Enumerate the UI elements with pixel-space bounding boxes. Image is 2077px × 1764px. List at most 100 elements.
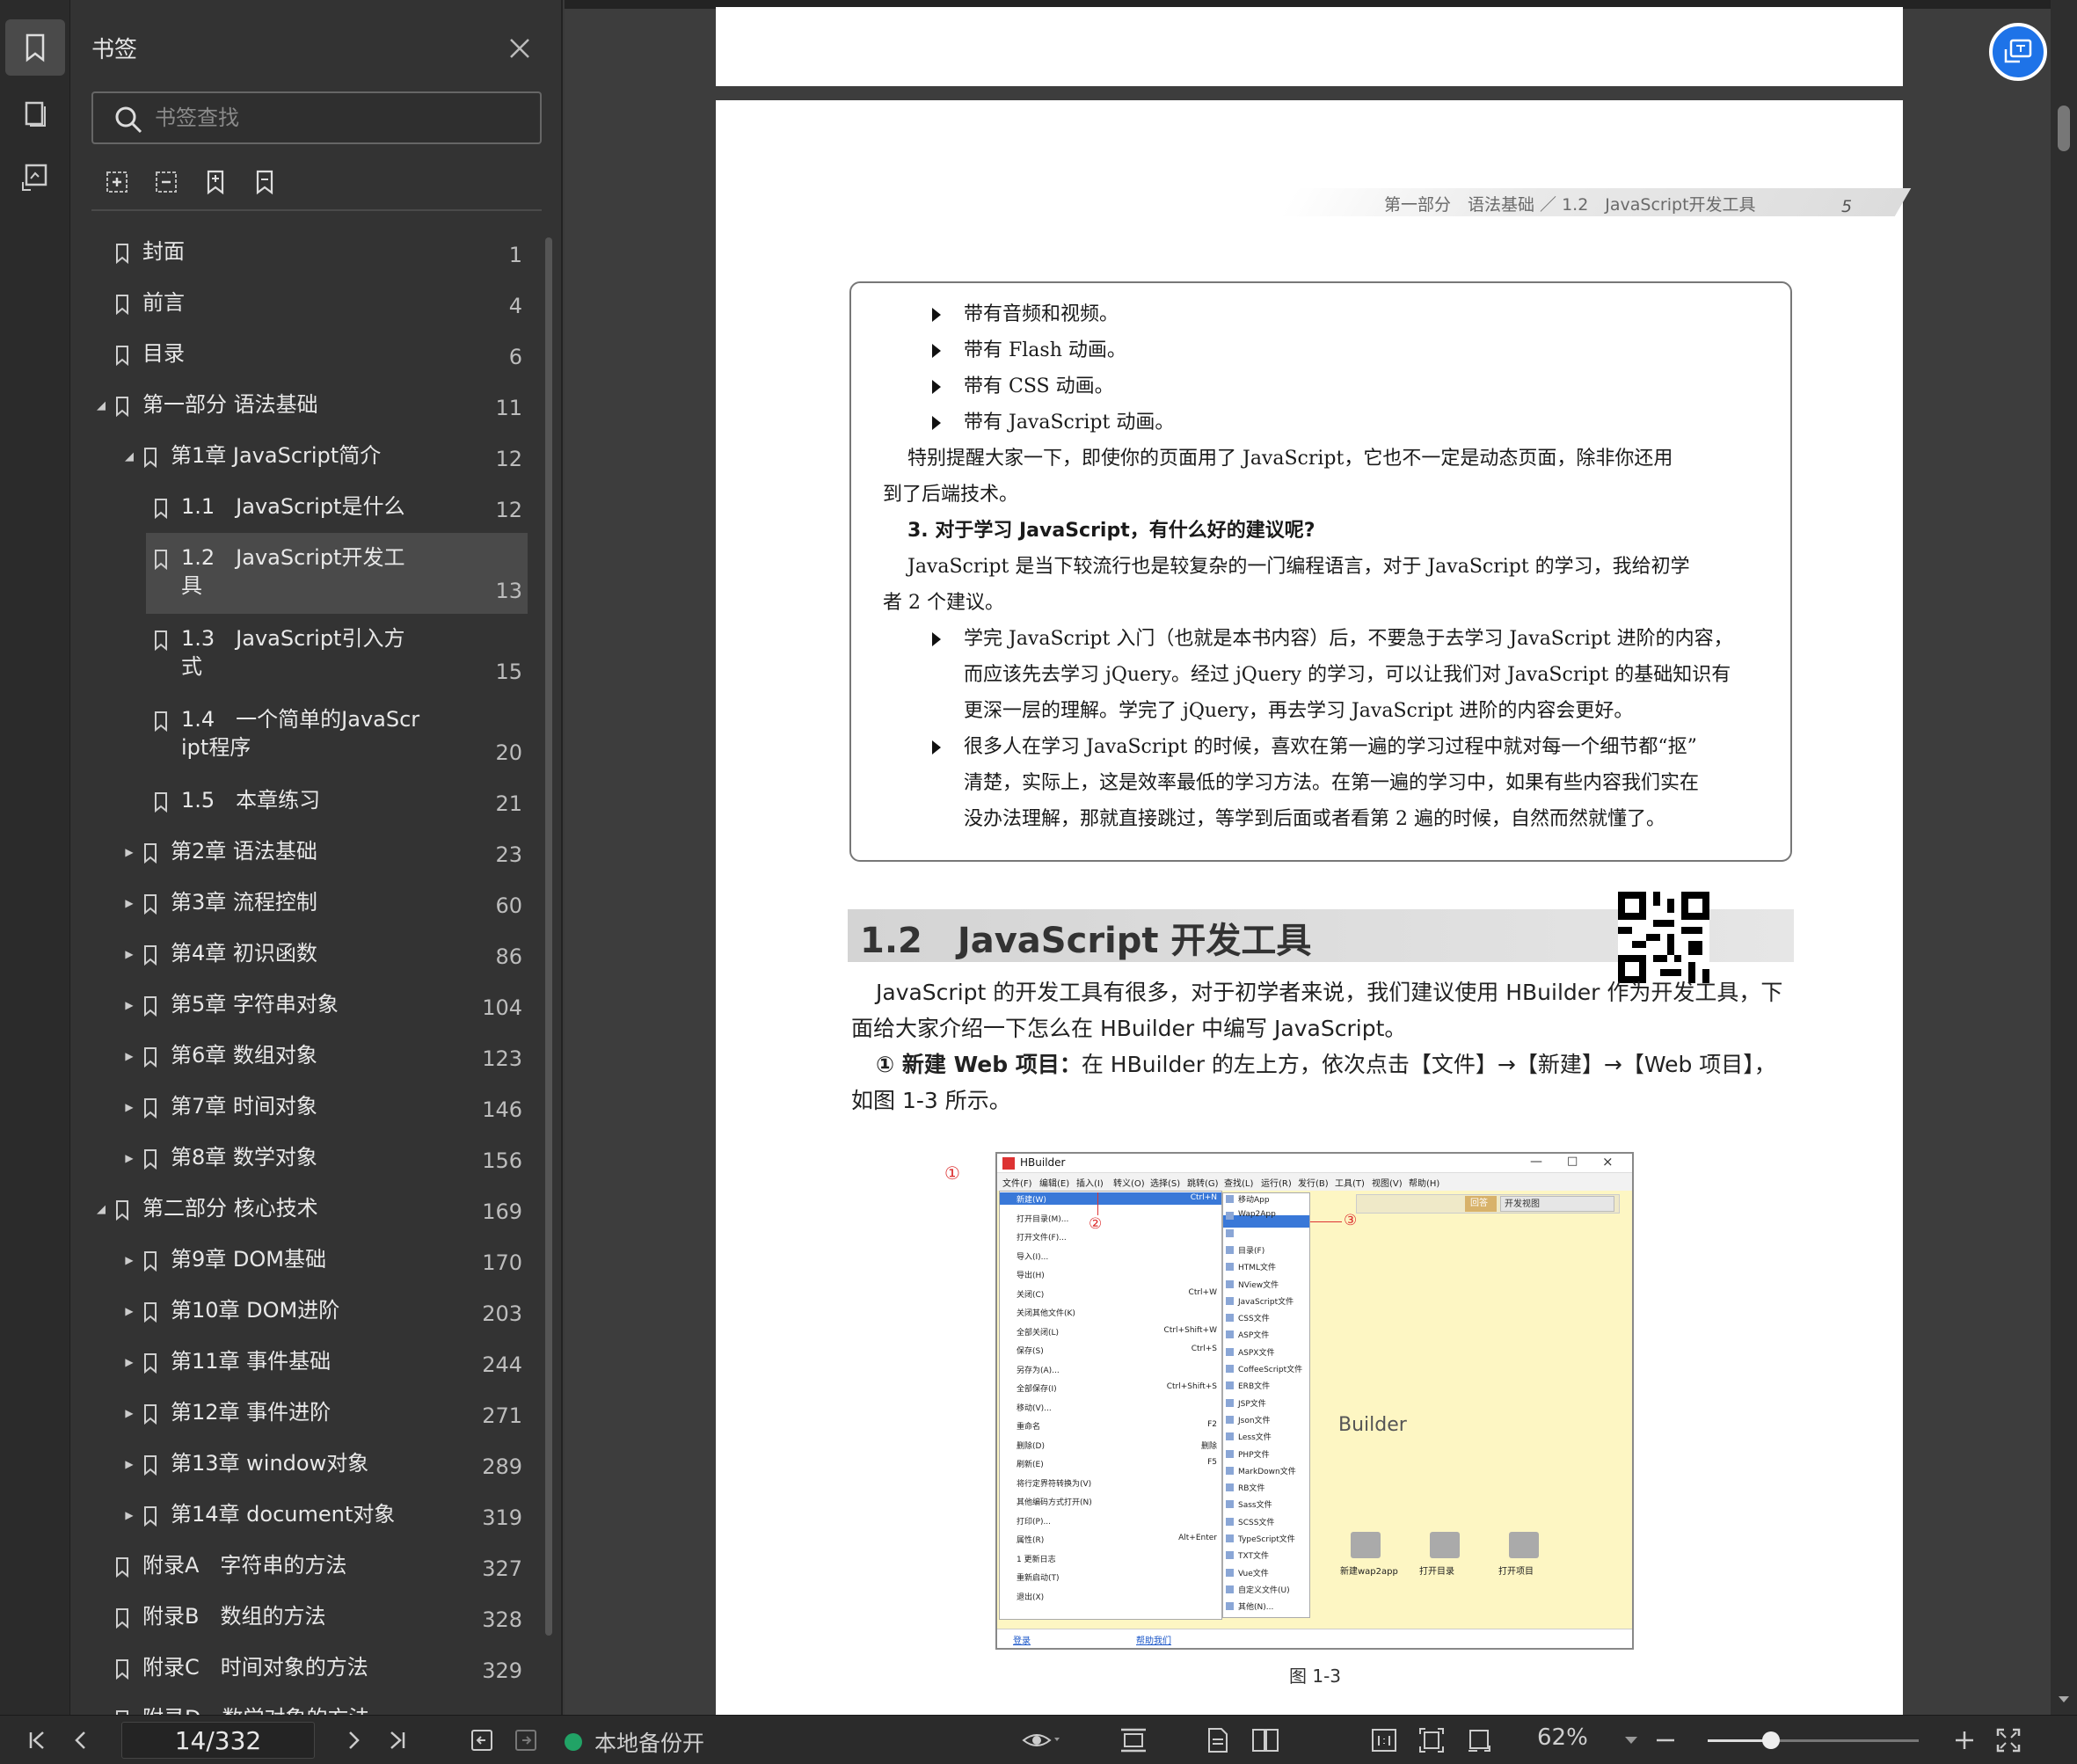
start-tile-label[interactable]: 打开目录 xyxy=(1419,1564,1454,1577)
bookmark-item[interactable]: 封面 1 xyxy=(88,227,528,278)
new-submenu-item[interactable]: 其他(N)... xyxy=(1238,1600,1273,1612)
menubar-item[interactable]: 文件(F) xyxy=(1002,1176,1032,1189)
file-menu-item[interactable]: 保存(S) xyxy=(1017,1345,1044,1356)
rotate-page-button[interactable] xyxy=(1461,1724,1497,1756)
bookmark-item[interactable]: 1.5 本章练习 21 xyxy=(146,776,528,827)
close-icon[interactable]: × xyxy=(1602,1154,1614,1170)
zoom-slider[interactable] xyxy=(1708,1731,1919,1749)
bookmark-item[interactable]: 1.3 JavaScript引入方式 15 xyxy=(146,614,528,695)
backup-status-label[interactable]: 本地备份开 xyxy=(594,1726,704,1758)
new-submenu-item[interactable]: TypeScript文件 xyxy=(1238,1533,1295,1544)
expand-toggle-icon[interactable]: ▶ xyxy=(123,1490,135,1541)
new-submenu-item[interactable]: Wap2App xyxy=(1238,1210,1276,1219)
menubar-item[interactable]: 工具(T) xyxy=(1335,1176,1365,1189)
bookmark-item[interactable]: ◢ 第1章 JavaScript简介 12 xyxy=(88,431,528,482)
bookmark-item[interactable]: ◢ 第二部分 核心技术 169 xyxy=(88,1184,528,1235)
menubar-item[interactable]: 运行(R) xyxy=(1261,1176,1292,1189)
file-menu-item[interactable]: 打印(P)... xyxy=(1017,1515,1051,1527)
maximize-icon[interactable]: □ xyxy=(1567,1155,1578,1168)
file-menu-item[interactable]: 全部保存(I) xyxy=(1017,1382,1057,1394)
file-menu-item[interactable]: 1 更新日志 xyxy=(1017,1553,1056,1564)
new-submenu-item[interactable]: CoffeeScript文件 xyxy=(1238,1363,1302,1374)
bookmark-item[interactable]: 附录A 字符串的方法 327 xyxy=(88,1541,528,1592)
collapse-toggle-icon[interactable]: ◢ xyxy=(95,1184,107,1235)
bookmark-tree-scrollbar[interactable] xyxy=(545,237,552,1636)
last-page-button[interactable] xyxy=(382,1724,413,1756)
expand-toggle-icon[interactable]: ▶ xyxy=(123,1337,135,1388)
file-menu-item[interactable]: 退出(X) xyxy=(1017,1591,1044,1602)
new-submenu-item[interactable]: MarkDown文件 xyxy=(1238,1465,1296,1476)
file-menu-item[interactable]: 重新启动(T) xyxy=(1017,1571,1060,1583)
minimize-icon[interactable]: — xyxy=(1530,1155,1542,1169)
bookmark-item[interactable]: ▶ 第11章 事件基础 244 xyxy=(88,1337,528,1388)
new-submenu-item[interactable]: Sass文件 xyxy=(1238,1498,1272,1510)
menubar-item[interactable]: 插入(I) xyxy=(1076,1176,1104,1189)
file-menu-item[interactable]: 打开目录(M)... xyxy=(1017,1213,1068,1224)
help-link[interactable]: 帮助我们 xyxy=(1136,1633,1171,1646)
new-submenu-item[interactable]: TXT文件 xyxy=(1238,1549,1269,1561)
file-menu-item[interactable]: 关闭(C) xyxy=(1017,1288,1044,1300)
new-submenu-item[interactable]: 移动App xyxy=(1238,1193,1270,1205)
new-submenu-item[interactable]: NView文件 xyxy=(1238,1279,1279,1290)
close-panel-button[interactable] xyxy=(506,35,533,62)
file-menu-item[interactable]: 属性(R) xyxy=(1017,1534,1044,1545)
zoom-out-button[interactable] xyxy=(1650,1724,1681,1756)
new-submenu-item[interactable]: SCSS文件 xyxy=(1238,1516,1274,1527)
bookmark-item[interactable]: ▶ 第3章 流程控制 60 xyxy=(88,878,528,929)
menubar-item[interactable]: 查找(L) xyxy=(1224,1176,1253,1189)
bookmark-item[interactable]: 1.2 JavaScript开发工具 13 xyxy=(146,533,528,614)
expand-toggle-icon[interactable]: ▶ xyxy=(123,929,135,980)
bookmark-item[interactable]: ◢ 第一部分 语法基础 11 xyxy=(88,380,528,431)
forward-button[interactable] xyxy=(510,1724,542,1756)
eye-care-mode-button[interactable] xyxy=(1018,1724,1062,1756)
file-menu-item[interactable]: 重命名 xyxy=(1017,1420,1040,1432)
back-button[interactable] xyxy=(466,1724,498,1756)
new-submenu-item[interactable]: HTML文件 xyxy=(1238,1261,1276,1272)
scrollbar-thumb[interactable] xyxy=(2058,106,2070,151)
bookmark-item[interactable]: ▶ 第13章 window对象 289 xyxy=(88,1439,528,1490)
bookmark-item[interactable]: 附录C 时间对象的方法 329 xyxy=(88,1643,528,1694)
bookmark-item[interactable]: ▶ 第14章 document对象 319 xyxy=(88,1490,528,1541)
bookmark-item[interactable]: ▶ 第4章 初识函数 86 xyxy=(88,929,528,980)
bookmark-search-box[interactable] xyxy=(91,91,542,144)
continuous-scroll-button[interactable] xyxy=(1115,1724,1152,1756)
new-submenu-item[interactable]: Web项目 xyxy=(1238,1228,1272,1239)
new-submenu-item[interactable]: RB文件 xyxy=(1238,1482,1264,1493)
login-link[interactable]: 登录 xyxy=(1013,1633,1031,1646)
file-menu-item[interactable]: 将行定界符转换为(V) xyxy=(1017,1477,1091,1489)
new-submenu-item[interactable]: ERB文件 xyxy=(1238,1380,1270,1391)
bookmark-search-input[interactable] xyxy=(155,102,524,134)
file-menu-item[interactable]: 新建(W) xyxy=(1017,1193,1046,1205)
single-page-button[interactable] xyxy=(1199,1724,1236,1756)
expand-toggle-icon[interactable]: ▶ xyxy=(123,1286,135,1337)
menubar-item[interactable]: 转义(O) xyxy=(1113,1176,1145,1189)
new-submenu-item[interactable]: ASPX文件 xyxy=(1238,1346,1274,1358)
file-menu-item[interactable]: 其他编码方式打开(N) xyxy=(1017,1496,1092,1507)
start-tile-label[interactable]: 新建wap2app xyxy=(1340,1564,1398,1577)
bookmark-item[interactable]: ▶ 第10章 DOM进阶 203 xyxy=(88,1286,528,1337)
file-menu-item[interactable]: 移动(V)... xyxy=(1017,1402,1052,1413)
actual-size-button[interactable] xyxy=(1366,1724,1402,1756)
collapse-toggle-icon[interactable]: ◢ xyxy=(123,431,135,482)
view-select[interactable]: 开发视图 xyxy=(1500,1196,1614,1212)
menubar-item[interactable]: 发行(B) xyxy=(1298,1176,1329,1189)
file-menu-item[interactable]: 另存为(A)... xyxy=(1017,1364,1060,1375)
document-scrollbar[interactable] xyxy=(2051,0,2077,1715)
new-submenu-item[interactable]: 目录(F) xyxy=(1238,1244,1264,1256)
first-page-button[interactable] xyxy=(21,1724,53,1756)
bookmark-item[interactable]: 目录 6 xyxy=(88,329,528,380)
new-submenu-item[interactable]: Less文件 xyxy=(1238,1431,1272,1442)
bookmark-item[interactable]: ▶ 第6章 数组对象 123 xyxy=(88,1031,528,1082)
zoom-level[interactable]: 62% xyxy=(1537,1724,1588,1751)
file-menu-item[interactable]: 全部关闭(L) xyxy=(1017,1326,1059,1338)
zoom-dropdown-button[interactable] xyxy=(1618,1724,1644,1756)
bookmark-item[interactable]: 附录D 数学对象的方法 xyxy=(88,1694,528,1715)
expand-all-button[interactable] xyxy=(102,167,132,197)
menubar-item[interactable]: 选择(S) xyxy=(1150,1176,1180,1189)
bookmark-item[interactable]: 1.1 JavaScript是什么 12 xyxy=(146,482,528,533)
add-bookmark-button[interactable] xyxy=(200,167,230,197)
file-menu-item[interactable]: 导出(H) xyxy=(1017,1269,1045,1280)
two-page-button[interactable] xyxy=(1247,1724,1284,1756)
zoom-in-button[interactable] xyxy=(1949,1724,1980,1756)
fit-page-button[interactable] xyxy=(1414,1724,1449,1756)
